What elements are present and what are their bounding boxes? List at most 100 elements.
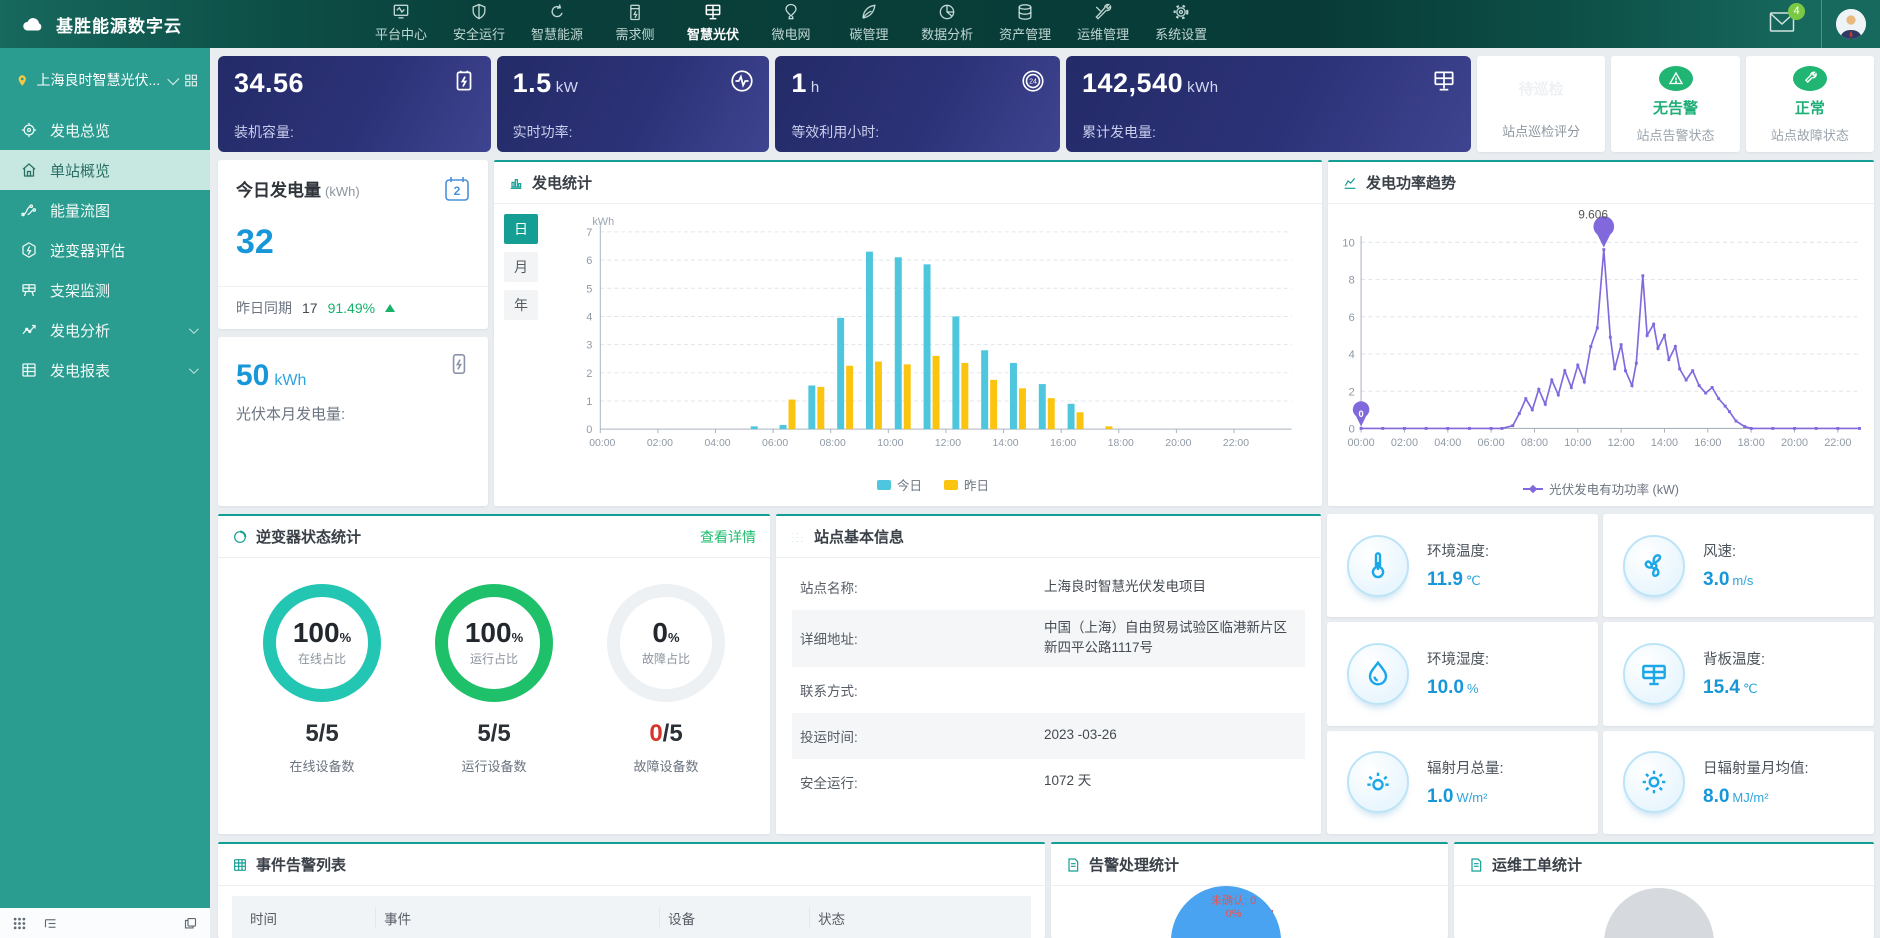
row-status: 逆变器状态统计 查看详情 100%在线占比 5/5 在线设备数 — [218, 514, 1874, 834]
row-bottom: 事件告警列表 时间 事件 设备 状态 告警处理统计 未确认: — [218, 842, 1874, 938]
sidebar-item-label: 逆变器评估 — [50, 240, 125, 261]
event-alarm-list-header: 事件告警列表 — [218, 844, 1045, 886]
sensor-label: 环境温度: — [1427, 540, 1489, 561]
svg-text:06:00: 06:00 — [1478, 437, 1505, 449]
sidebar-item-generation-report[interactable]: 发电报表 — [0, 350, 210, 390]
alarm-processing-title: 告警处理统计 — [1089, 854, 1179, 875]
window-copy-icon[interactable] — [183, 916, 198, 931]
running-count-label: 运行设备数 — [461, 756, 526, 775]
info-value: 中国（上海）自由贸易试验区临港新片区新四平公路1117号 — [1044, 610, 1305, 667]
nav-item-maintenance[interactable]: 运维管理 — [1077, 2, 1129, 43]
legend-item-yesterday[interactable]: 昨日 — [944, 475, 989, 494]
installed-capacity-icon — [451, 68, 477, 94]
view-details-link[interactable]: 查看详情 — [700, 527, 756, 547]
stat-label: 装机容量: — [234, 122, 294, 142]
svg-text:2: 2 — [586, 368, 592, 380]
station-grid-apps-icon[interactable] — [184, 72, 198, 89]
tree-list-icon[interactable] — [43, 916, 58, 931]
generation-chart-area: kWh0123456700:0002:0004:0006:0008:0010:0… — [552, 214, 1314, 502]
power-trend-header: 发电功率趋势 — [1328, 162, 1874, 204]
workorder-pie-chart — [1604, 888, 1714, 938]
sidebar-item-bracket-monitoring[interactable]: 支架监测 — [0, 270, 210, 310]
battery-bolt-icon — [446, 351, 472, 382]
info-label: 详细地址: — [792, 628, 1044, 648]
fault-count-label: 故障设备数 — [633, 756, 698, 775]
app-shell: 上海良时智慧光伏... 发电总览 单站概览 能量流图 — [0, 48, 1880, 938]
legend-item-today[interactable]: 今日 — [877, 475, 922, 494]
sidebar-item-generation-overview[interactable]: 发电总览 — [0, 110, 210, 150]
today-generation-card: 今日发电量(kWh) 2 32 昨日同期 17 91.49% — [218, 160, 488, 329]
station-info-title: 站点基本信息 — [814, 526, 904, 547]
station-selector[interactable]: 上海良时智慧光伏... — [0, 48, 210, 104]
tab-day[interactable]: 日 — [504, 214, 538, 244]
svg-text:10:00: 10:00 — [1564, 437, 1591, 449]
workorder-statistics-panel: 运维工单统计 — [1454, 842, 1874, 938]
nav-item-system-settings[interactable]: 系统设置 — [1155, 2, 1207, 43]
wind-fan-icon — [1638, 550, 1670, 582]
demand-side-icon — [625, 2, 645, 22]
fault-donut-chart: 0%故障占比 — [607, 584, 725, 702]
svg-text:18:00: 18:00 — [1738, 437, 1765, 449]
svg-text:14:00: 14:00 — [992, 438, 1018, 449]
legend-item-pv-power[interactable]: 光伏发电有功功率 (kW) — [1523, 479, 1679, 498]
nav-item-safety-operation[interactable]: 安全运行 — [453, 2, 505, 43]
nav-item-platform-center[interactable]: 平台中心 — [375, 2, 427, 43]
sidebar-item-energy-flow[interactable]: 能量流图 — [0, 190, 210, 230]
legend-label: 昨日 — [964, 475, 989, 494]
donut-running: 100%运行占比 5/5 运行设备数 — [419, 584, 569, 775]
svg-text:2: 2 — [454, 184, 461, 198]
nav-item-microgrid[interactable]: 微电网 — [765, 2, 817, 43]
running-count: 5/5 — [477, 720, 510, 748]
month-generation-label: 光伏本月发电量: — [236, 403, 470, 424]
nav-item-smart-energy[interactable]: 智慧能源 — [531, 2, 583, 43]
today-generation-unit: (kWh) — [325, 184, 360, 199]
tab-year[interactable]: 年 — [504, 290, 538, 320]
nav-label: 运维管理 — [1077, 24, 1129, 43]
energy-flow-icon — [20, 201, 38, 219]
humidity-drop-icon — [1362, 658, 1394, 690]
generation-chart-body: 日 月 年 kWh0123456700:0002:0004:0006:0008:… — [494, 204, 1322, 506]
mail-badge: 4 — [1788, 3, 1805, 20]
online-count-label: 在线设备数 — [289, 756, 354, 775]
svg-text:16:00: 16:00 — [1694, 437, 1721, 449]
column-time: 时间 — [242, 908, 376, 928]
sidebar-item-label: 发电总览 — [50, 120, 110, 141]
nav-item-carbon-management[interactable]: 碳管理 — [843, 2, 895, 43]
user-avatar[interactable] — [1836, 9, 1866, 39]
sensor-backplane-temperature: 背板温度:15.4℃ — [1603, 622, 1874, 725]
svg-text:12:00: 12:00 — [1608, 437, 1635, 449]
svg-text:22:00: 22:00 — [1223, 438, 1249, 449]
nav-item-demand-side[interactable]: 需求侧 — [609, 2, 661, 43]
sidebar-item-label: 发电报表 — [50, 360, 110, 381]
period-tabs: 日 月 年 — [504, 214, 552, 502]
info-label: 联系方式: — [792, 680, 1044, 700]
donut-fault: 0%故障占比 0/5 故障设备数 — [591, 584, 741, 775]
sidebar-item-station-overview[interactable]: 单站概览 — [0, 150, 210, 190]
power-trend-title: 发电功率趋势 — [1366, 172, 1456, 193]
svg-text:12:00: 12:00 — [935, 438, 961, 449]
document-icon — [1468, 857, 1484, 873]
svg-text:0: 0 — [586, 424, 592, 436]
sensor-label: 辐射月总量: — [1427, 757, 1504, 778]
svg-text:10:00: 10:00 — [877, 438, 903, 449]
document-icon — [1065, 857, 1081, 873]
pv-power-swatch — [1523, 484, 1543, 494]
panel-temperature-icon — [1638, 658, 1670, 690]
stat-card-realtime-power: 1.5kW 实时功率: — [497, 56, 770, 152]
grid-dots-icon[interactable] — [12, 916, 27, 931]
sidebar-item-generation-analysis[interactable]: 发电分析 — [0, 310, 210, 350]
nav-label: 平台中心 — [375, 24, 427, 43]
nav-item-data-analysis[interactable]: 数据分析 — [921, 2, 973, 43]
location-pin-icon — [16, 73, 29, 88]
stat-label: 等效利用小时: — [791, 122, 879, 142]
tab-month[interactable]: 月 — [504, 252, 538, 282]
messages-button[interactable]: 4 — [1769, 11, 1795, 38]
sensor-value: 3.0m/s — [1703, 569, 1753, 591]
sidebar-item-inverter-evaluation[interactable]: 逆变器评估 — [0, 230, 210, 270]
stat-value: 1.5 — [513, 68, 552, 98]
nav-item-asset-management[interactable]: 资产管理 — [999, 2, 1051, 43]
nav-item-smart-pv[interactable]: 智慧光伏 — [687, 2, 739, 43]
chevron-down-icon — [189, 364, 199, 374]
station-selector-label: 上海良时智慧光伏... — [37, 70, 161, 90]
today-generation-value: 32 — [236, 223, 470, 262]
